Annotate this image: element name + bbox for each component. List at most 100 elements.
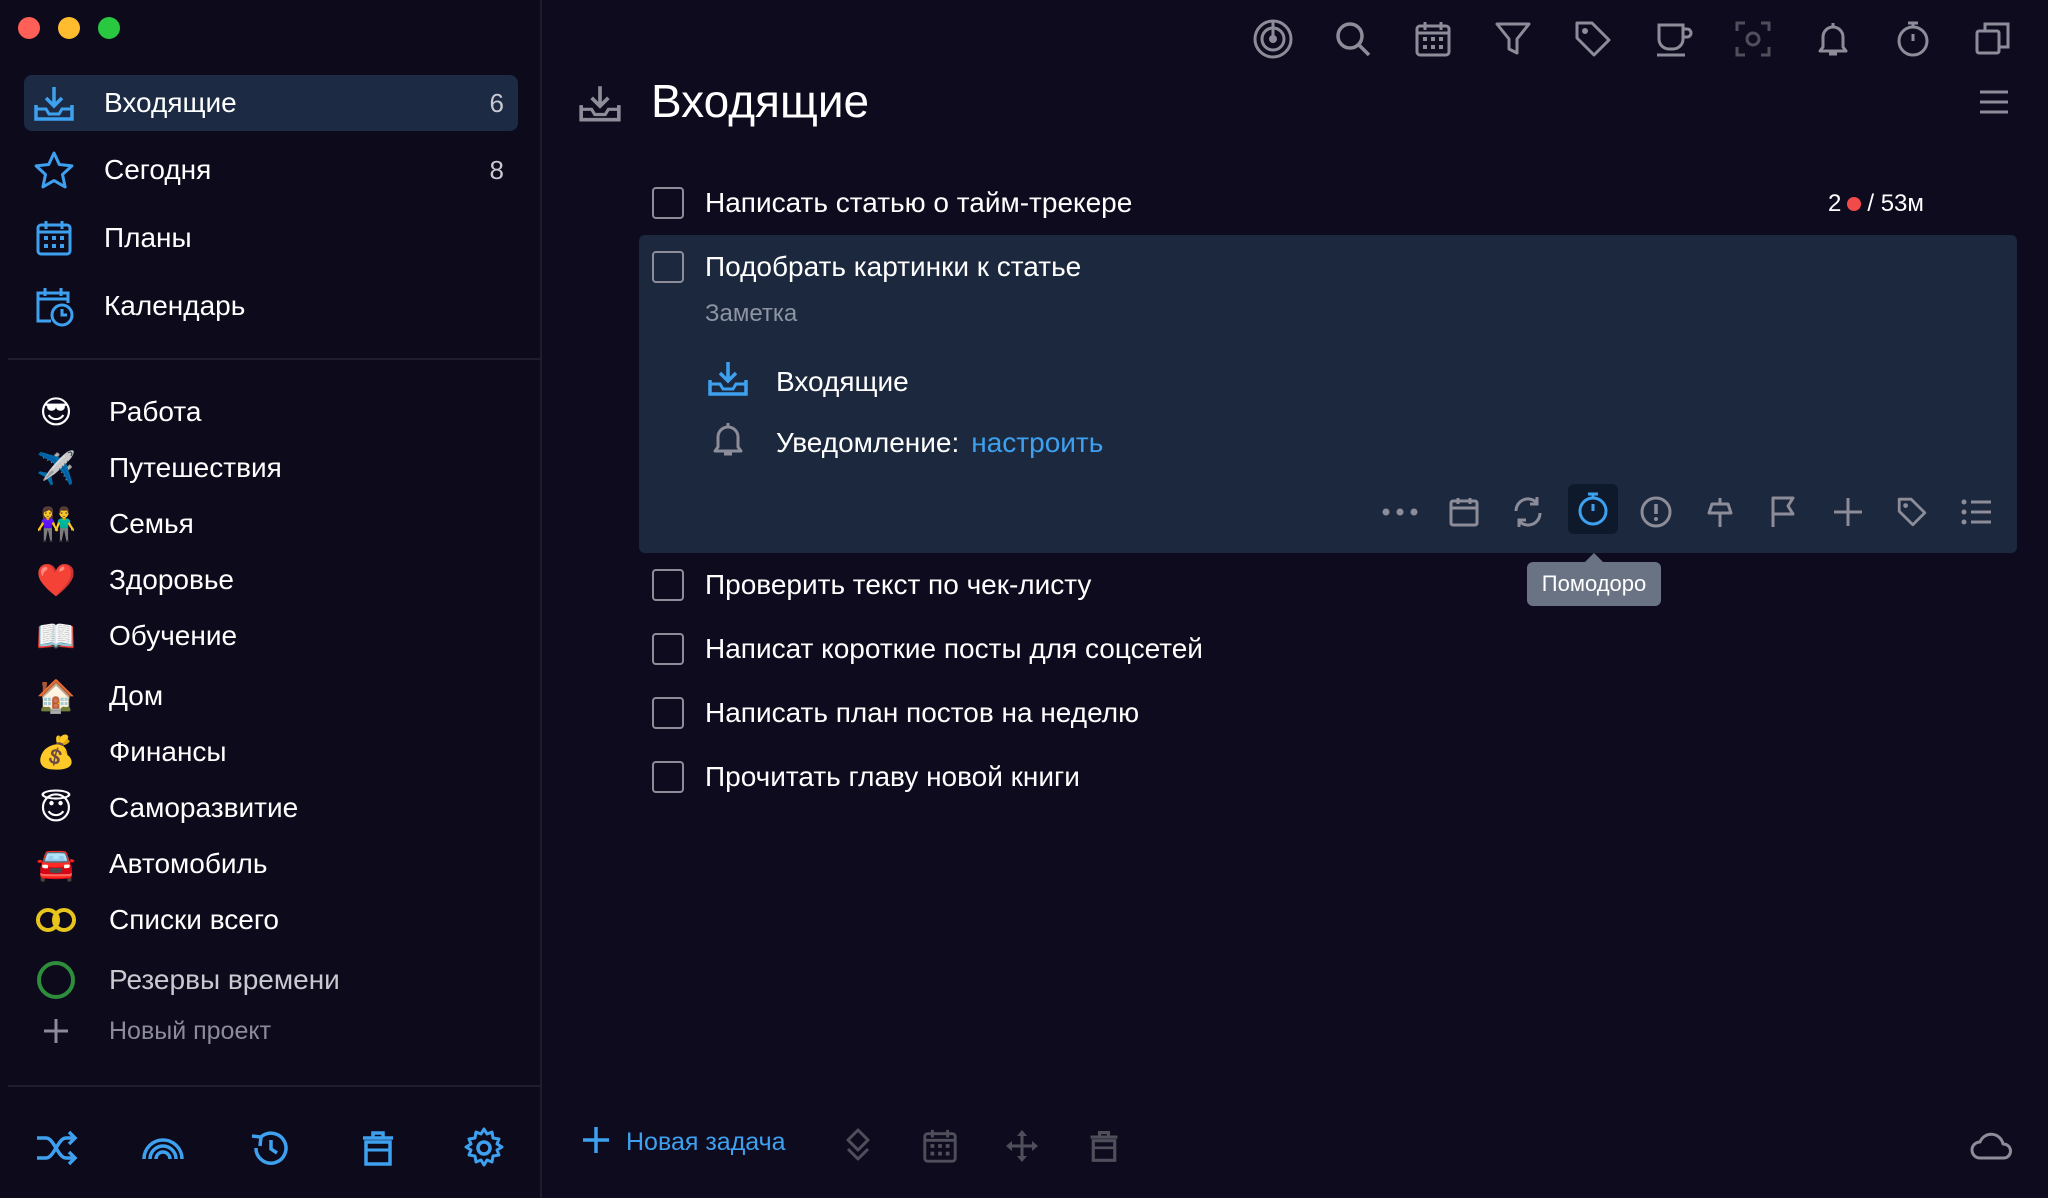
coffee-break-icon[interactable]	[1648, 14, 1698, 64]
zoom-window-button[interactable]	[98, 17, 120, 39]
project-label: Обучение	[109, 620, 238, 651]
task-project-label: Входящие	[776, 365, 909, 397]
project-item-finance[interactable]: 💰 Финансы	[24, 727, 518, 777]
task-project-selector[interactable]: Входящие	[706, 358, 909, 405]
close-window-button[interactable]	[18, 17, 40, 39]
new-project-button[interactable]: Новый проект	[24, 1006, 518, 1056]
focus-screen-icon[interactable]	[1728, 14, 1778, 64]
filter-icon[interactable]	[1488, 14, 1538, 64]
nav-item-plans[interactable]: Планы	[24, 210, 518, 266]
move-arrows-icon[interactable]	[998, 1122, 1046, 1170]
cloud-sync-icon[interactable]	[1968, 1122, 2016, 1170]
task-row[interactable]: Прочитать главу новой книги	[652, 757, 1080, 797]
task-checkbox[interactable]	[652, 187, 684, 219]
task-row-expanded[interactable]: Подобрать картинки к статье	[652, 247, 1081, 287]
infinity-icon	[28, 898, 84, 942]
flag-icon[interactable]	[1762, 490, 1806, 534]
task-note-field[interactable]: Заметка	[705, 300, 797, 328]
pomodoro-timer-icon[interactable]	[1568, 484, 1618, 534]
project-label: Семья	[109, 508, 194, 539]
sort-icon[interactable]	[834, 1122, 882, 1170]
inbox-icon	[706, 358, 750, 405]
task-checkbox[interactable]	[652, 251, 684, 283]
project-label: Списки всего	[109, 904, 279, 935]
task-checkbox[interactable]	[652, 633, 684, 665]
calendar-grid-icon[interactable]	[916, 1122, 964, 1170]
project-label: Резервы времени	[109, 964, 340, 995]
more-icon[interactable]	[1378, 490, 1422, 534]
task-checkbox[interactable]	[652, 697, 684, 729]
shuffle-icon[interactable]	[28, 1120, 84, 1176]
copy-window-icon[interactable]	[1968, 14, 2018, 64]
search-icon[interactable]	[1328, 14, 1378, 64]
emoji-icon: ❤️	[36, 561, 76, 599]
trash-icon[interactable]	[1080, 1122, 1128, 1170]
project-item-self-development[interactable]: 😇 Саморазвитие	[24, 783, 518, 833]
project-label: Автомобиль	[109, 848, 268, 879]
task-row[interactable]: Проверить текст по чек-листу	[652, 565, 1091, 605]
emoji-icon: 😎	[39, 393, 73, 431]
nav-label: Входящие	[104, 87, 237, 118]
project-item-work[interactable]: 😎 Работа	[24, 387, 518, 437]
project-label: Саморазвитие	[109, 792, 299, 823]
emoji-icon: ✈️	[36, 449, 76, 487]
focus-target-icon[interactable]	[1248, 14, 1298, 64]
pin-icon[interactable]	[1698, 490, 1742, 534]
nav-item-calendar[interactable]: Календарь	[24, 278, 518, 334]
nav-label: Планы	[104, 222, 192, 253]
emoji-icon: 🏠	[36, 677, 76, 715]
nav-item-today[interactable]: Сегодня 8	[24, 142, 518, 198]
task-checkbox[interactable]	[652, 761, 684, 793]
rainbow-icon[interactable]	[135, 1120, 191, 1176]
move-icon[interactable]	[1826, 490, 1870, 534]
page-title: Входящие	[651, 75, 870, 127]
task-row[interactable]: Написать статью о тайм-трекере	[652, 183, 1132, 223]
emoji-icon: 😇	[39, 789, 73, 827]
reminder-setup-link[interactable]: настроить	[971, 427, 1103, 459]
nav-label: Сегодня	[104, 154, 212, 185]
trash-icon[interactable]	[350, 1120, 406, 1176]
priority-icon[interactable]	[1634, 490, 1678, 534]
project-item-travel[interactable]: ✈️ Путешествия	[24, 443, 518, 493]
project-item-car[interactable]: 🚘 Автомобиль	[24, 839, 518, 889]
repeat-icon[interactable]	[1506, 490, 1550, 534]
task-checkbox[interactable]	[652, 569, 684, 601]
project-label: Здоровье	[109, 564, 235, 595]
list-menu-icon[interactable]	[1976, 84, 2016, 124]
project-label: Работа	[109, 396, 202, 427]
checklist-icon[interactable]	[1954, 490, 1998, 534]
history-icon[interactable]	[242, 1120, 298, 1176]
stopwatch-icon[interactable]	[1888, 14, 1938, 64]
pomodoro-time: / 53м	[1867, 190, 1924, 217]
project-item-home[interactable]: 🏠 Дом	[24, 671, 518, 721]
task-row[interactable]: Написат короткие посты для соцсетей	[652, 629, 1203, 669]
project-label: Дом	[109, 680, 164, 711]
nav-label: Календарь	[104, 290, 246, 321]
emoji-icon: 🚘	[36, 845, 76, 883]
project-item-time-reserves[interactable]: Резервы времени	[24, 955, 518, 1005]
nav-count: 8	[489, 154, 504, 185]
calendar-grid-icon[interactable]	[1408, 14, 1458, 64]
inbox-icon	[32, 81, 76, 125]
minimize-window-button[interactable]	[58, 17, 80, 39]
nav-item-inbox[interactable]: Входящие 6	[24, 75, 518, 131]
sidebar-divider	[8, 1085, 542, 1087]
bell-icon[interactable]	[1808, 14, 1858, 64]
task-row[interactable]: Написать план постов на неделю	[652, 693, 1139, 733]
tag-icon[interactable]	[1568, 14, 1618, 64]
tag-icon[interactable]	[1890, 490, 1934, 534]
project-item-learning[interactable]: 📖 Обучение	[24, 611, 518, 661]
task-title: Прочитать главу новой книги	[705, 761, 1080, 792]
calendar-clock-icon	[32, 284, 76, 328]
plus-icon	[28, 1009, 84, 1053]
task-title: Подобрать картинки к статье	[705, 251, 1082, 282]
new-task-button[interactable]: Новая задача	[580, 1124, 786, 1161]
project-label: Финансы	[109, 736, 227, 767]
emoji-icon: 👫	[36, 505, 76, 543]
project-item-lists[interactable]: Списки всего	[24, 895, 518, 945]
settings-gear-icon[interactable]	[456, 1120, 512, 1176]
new-project-label: Новый проект	[109, 1016, 272, 1045]
project-item-family[interactable]: 👫 Семья	[24, 499, 518, 549]
date-icon[interactable]	[1442, 490, 1486, 534]
project-item-health[interactable]: ❤️ Здоровье	[24, 555, 518, 605]
